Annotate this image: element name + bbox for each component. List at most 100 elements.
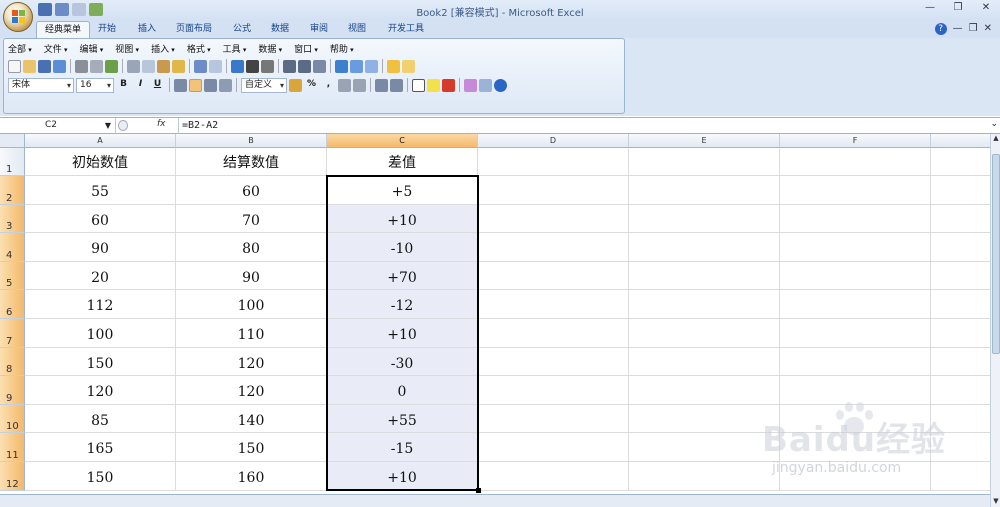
empty-cell[interactable] <box>931 148 990 176</box>
empty-cell[interactable] <box>478 261 629 291</box>
tab-developer[interactable]: 开发工具 <box>380 21 432 38</box>
row-header-9[interactable]: 9 <box>0 376 25 405</box>
empty-cell[interactable] <box>931 176 990 205</box>
styles-icon[interactable] <box>387 59 400 73</box>
menu-data[interactable]: 数据 <box>258 42 282 55</box>
menu-help[interactable]: 帮助 <box>330 42 354 55</box>
insert-function-icon[interactable]: fx <box>157 119 166 129</box>
data-cell[interactable]: +70 <box>327 261 478 291</box>
print-icon[interactable] <box>75 59 88 73</box>
close-button[interactable]: ✕ <box>972 0 1000 18</box>
help-icon[interactable]: ? <box>934 23 947 35</box>
data-cell[interactable]: +10 <box>327 319 478 348</box>
column-header-e[interactable]: E <box>629 134 780 148</box>
tab-classic-menu[interactable]: 经典菜单 <box>36 21 91 38</box>
menu-insert[interactable]: 插入 <box>151 42 175 55</box>
header-cell[interactable]: 差值 <box>327 148 478 176</box>
empty-cell[interactable] <box>780 462 931 491</box>
tab-view[interactable]: 视图 <box>340 21 374 38</box>
empty-cell[interactable] <box>780 376 931 405</box>
autosum-icon[interactable] <box>246 59 259 73</box>
empty-cell[interactable] <box>931 462 990 491</box>
row-header-12[interactable]: 12 <box>0 462 25 491</box>
percent-button[interactable]: % <box>304 78 319 92</box>
data-cell[interactable]: 90 <box>176 261 327 291</box>
fill-color-icon[interactable] <box>427 78 440 92</box>
empty-cell[interactable] <box>629 290 780 319</box>
tab-home[interactable]: 开始 <box>90 21 124 38</box>
empty-cell[interactable] <box>780 204 931 234</box>
data-cell[interactable]: 85 <box>25 404 176 434</box>
font-size-combo[interactable]: 16 <box>76 77 114 93</box>
table-grid-icon[interactable] <box>365 59 378 73</box>
data-cell[interactable]: 120 <box>25 376 176 405</box>
zoom-icon[interactable] <box>479 78 492 92</box>
menu-window[interactable]: 窗口 <box>294 42 318 55</box>
folder-icon[interactable] <box>402 59 415 73</box>
empty-cell[interactable] <box>629 433 780 462</box>
empty-cell[interactable] <box>478 347 629 377</box>
data-cell[interactable]: 150 <box>25 462 176 491</box>
pivot-icon[interactable] <box>350 59 363 73</box>
column-header-c[interactable]: C <box>327 134 478 148</box>
data-cell[interactable]: 120 <box>176 347 327 377</box>
scroll-thumb[interactable] <box>992 154 1000 354</box>
save-icon[interactable] <box>38 59 51 73</box>
empty-cell[interactable] <box>931 433 990 462</box>
empty-cell[interactable] <box>478 148 629 176</box>
row-header-7[interactable]: 7 <box>0 319 25 348</box>
font-color-icon[interactable] <box>442 78 455 92</box>
empty-cell[interactable] <box>629 462 780 491</box>
empty-cell[interactable] <box>931 262 990 291</box>
data-cell[interactable]: 90 <box>25 233 176 262</box>
sort-ascending-icon[interactable] <box>283 59 296 73</box>
menu-all[interactable]: 全部 <box>8 42 32 55</box>
data-cell[interactable]: 120 <box>176 376 327 405</box>
paste-icon[interactable] <box>157 59 170 73</box>
image-icon[interactable] <box>464 78 477 92</box>
data-cell[interactable]: 60 <box>25 204 176 234</box>
tab-review[interactable]: 审阅 <box>302 21 336 38</box>
decrease-indent-icon[interactable] <box>375 78 388 92</box>
increase-decimal-icon[interactable] <box>338 78 351 92</box>
column-header-d[interactable]: D <box>478 134 629 148</box>
comma-button[interactable]: , <box>321 78 336 92</box>
menu-file[interactable]: 文件 <box>44 42 68 55</box>
row-header-8[interactable]: 8 <box>0 347 25 377</box>
column-header-b[interactable]: B <box>176 134 327 148</box>
data-cell[interactable]: 20 <box>25 261 176 291</box>
data-cell[interactable]: 60 <box>176 176 327 205</box>
hyperlink-icon[interactable] <box>231 59 244 73</box>
empty-cell[interactable] <box>478 376 629 405</box>
font-name-combo[interactable]: 宋体 <box>8 77 74 93</box>
column-header-a[interactable]: A <box>25 134 176 148</box>
merge-center-icon[interactable] <box>219 78 232 92</box>
empty-cell[interactable] <box>478 233 629 262</box>
data-cell[interactable]: -30 <box>327 347 478 377</box>
ribbon-minimize-icon[interactable]: — <box>953 23 963 35</box>
empty-cell[interactable] <box>780 433 931 462</box>
office-button[interactable] <box>3 2 33 32</box>
formula-bar-resize-handle[interactable] <box>118 120 128 131</box>
data-cell[interactable]: -10 <box>327 233 478 262</box>
number-format-combo[interactable]: 自定义 <box>241 77 287 93</box>
data-cell[interactable]: 70 <box>176 204 327 234</box>
empty-cell[interactable] <box>931 376 990 405</box>
align-left-icon[interactable] <box>174 78 187 92</box>
data-cell[interactable]: 100 <box>176 290 327 319</box>
empty-cell[interactable] <box>931 405 990 434</box>
data-cell[interactable]: -12 <box>327 290 478 319</box>
function-icon[interactable] <box>261 59 274 73</box>
increase-indent-icon[interactable] <box>390 78 403 92</box>
vertical-scrollbar[interactable]: ▲ ▼ <box>990 134 1000 507</box>
data-cell[interactable]: 165 <box>25 433 176 462</box>
empty-cell[interactable] <box>931 233 990 262</box>
empty-cell[interactable] <box>629 233 780 262</box>
data-cell[interactable]: +5 <box>327 176 478 205</box>
data-cell[interactable]: +10 <box>327 462 478 491</box>
ribbon-restore-icon[interactable]: ❐ <box>969 23 978 35</box>
data-cell[interactable]: 140 <box>176 404 327 434</box>
row-header-6[interactable]: 6 <box>0 290 25 319</box>
row-header-11[interactable]: 11 <box>0 433 25 462</box>
select-all-corner[interactable] <box>0 134 25 148</box>
